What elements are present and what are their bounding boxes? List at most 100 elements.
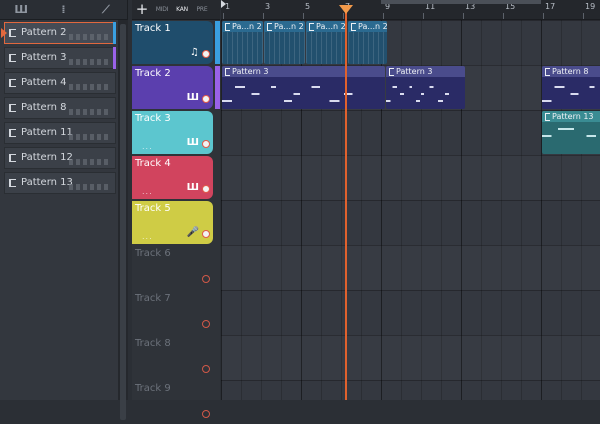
picker-scrollbar[interactable] [118,20,128,420]
playlist-grid[interactable]: Pa...n 2Pa...n 2Pa...n 2Pa...n 2Pa...n 2… [221,20,600,400]
audio-wave-icon[interactable]: ⁞ [51,3,75,16]
track-header[interactable]: Track 6 [132,246,213,289]
pattern-label: Pattern 8 [21,102,67,113]
pattern-clip[interactable]: Pa...n 2 [222,21,263,64]
playhead-handle[interactable] [339,5,353,14]
track-name[interactable]: Track 6 [135,248,213,259]
track-name[interactable]: Track 2 [135,68,213,79]
mode-kan-button[interactable]: KAN [172,6,192,13]
instrument-icon[interactable]: ♫ [190,47,199,58]
pattern-icon [9,54,16,62]
record-arm-button[interactable] [202,230,210,238]
pattern-item[interactable]: Pattern 12 [4,147,116,169]
track-header[interactable]: Track 2 Ш [132,66,220,109]
track-header[interactable]: Track 7 [132,291,213,334]
track-name[interactable]: Track 1 [135,23,213,34]
record-arm-button[interactable] [202,320,210,328]
clip-title: Pattern 8 [542,66,600,77]
clip-content [306,32,347,64]
ruler-tick [303,13,304,19]
pattern-label: Pattern 4 [21,77,67,88]
automation-icon[interactable]: ⟋ [94,3,118,17]
track-lane [221,155,600,200]
pattern-preview [69,59,109,65]
ruler-tick [423,13,424,19]
pattern-label: Pattern 11 [21,127,73,138]
playlist-arrangement[interactable]: 1 3 5 7 9 11 13 15 17 19 Pa...n 2 Pa...n 2 Pa...n 2… [221,0,600,400]
pattern-icon [9,179,16,187]
pattern-item[interactable]: Pattern 8 [4,97,116,119]
track-options[interactable]: ... [142,187,153,196]
clip-title: Pattern 3 [222,66,385,77]
record-arm-button[interactable] [202,365,210,373]
track-name[interactable]: Track 7 [135,293,213,304]
track-name[interactable]: Track 8 [135,338,213,349]
track-header[interactable]: Track 9 [132,381,213,424]
record-arm-button[interactable] [202,50,210,58]
mode-midi-button[interactable]: MIDI [152,6,172,13]
pattern-clip[interactable]: Pattern 3 [222,66,385,109]
clip-title: Pa...n 2 [264,21,305,32]
track-header[interactable]: Track 1 ♫ [132,21,220,64]
pattern-clip[interactable]: Pa...n 2 [348,21,387,64]
pattern-clip[interactable]: Pattern 8 [542,66,600,109]
timeline-ruler[interactable]: 1 3 5 7 9 11 13 15 17 19 [221,0,600,20]
track-header[interactable]: Track 8 [132,336,213,379]
pattern-item[interactable]: Pattern 13 [4,172,116,194]
track-lane [221,335,600,380]
pattern-clip[interactable]: Pattern 3 [386,66,465,109]
track-header[interactable]: Track 4... Ш [132,156,213,199]
pattern-item[interactable]: Pattern 3 [4,47,116,69]
pattern-clip[interactable]: Pa...n 2 [306,21,347,64]
track-lane [221,245,600,290]
loop-region[interactable] [381,0,541,4]
piano-roll-icon[interactable]: Ш [9,3,33,16]
record-arm-button[interactable] [202,140,210,148]
pattern-item[interactable]: Pattern 11 [4,122,116,144]
track-selected-indicator [215,21,220,64]
track-header[interactable]: Track 5... 🎤 [132,201,213,244]
track-name[interactable]: Track 5 [135,203,213,214]
clip-title: Pa...n 2 [306,21,347,32]
selected-pattern-marker [1,28,7,38]
pattern-icon [9,104,16,112]
track-header[interactable]: Track 3... Ш [132,111,213,154]
track-name[interactable]: Track 9 [135,383,213,394]
pattern-item[interactable]: Pattern 2 [1,22,116,44]
record-arm-button[interactable] [202,185,210,193]
picker-toolbar: Ш ⁞ ⟋ [0,0,127,20]
track-name[interactable]: Track 4 [135,158,213,169]
instrument-icon[interactable]: 🎤 [187,227,199,238]
ruler-tick-label: 19 [585,2,596,11]
record-arm-button[interactable] [202,410,210,418]
pattern-preview [69,159,109,165]
record-arm-button[interactable] [202,275,210,283]
add-track-button[interactable]: + [132,0,152,20]
clip-content [386,77,465,109]
track-header-toolbar: + MIDI KAN PRE [132,0,220,20]
picker-scroll-thumb[interactable] [120,24,126,420]
pattern-item[interactable]: Pattern 4 [4,72,116,94]
pattern-color-bar [113,47,116,69]
pattern-icon [9,79,16,87]
arranger-window: Ш ⁞ ⟋ Pattern 2 Pattern 3 Pattern 4 Pattern… [0,0,600,420]
track-options[interactable]: ... [142,232,153,241]
mode-pre-button[interactable]: PRE [192,6,212,13]
pattern-color-bar [113,22,116,44]
ruler-tick [583,13,584,19]
instrument-icon[interactable]: Ш [187,137,199,148]
instrument-icon[interactable]: Ш [187,92,199,103]
clip-content [542,77,600,109]
track-header-column: + MIDI KAN PRE Track 1 ♫ Track 2 Ш Track 3..… [132,0,220,418]
playhead-line [345,12,347,400]
track-name[interactable]: Track 3 [135,113,213,124]
ruler-tick-label: 5 [305,2,311,11]
instrument-icon[interactable]: Ш [187,182,199,193]
clip-content [542,122,600,154]
clip-content [348,32,387,64]
record-arm-button[interactable] [202,95,210,103]
pattern-clip[interactable]: Pa...n 2 [264,21,305,64]
track-options[interactable]: ... [142,142,153,151]
pattern-clip[interactable]: Pattern 13 [542,111,600,154]
ruler-tick-label: 1 [225,2,231,11]
